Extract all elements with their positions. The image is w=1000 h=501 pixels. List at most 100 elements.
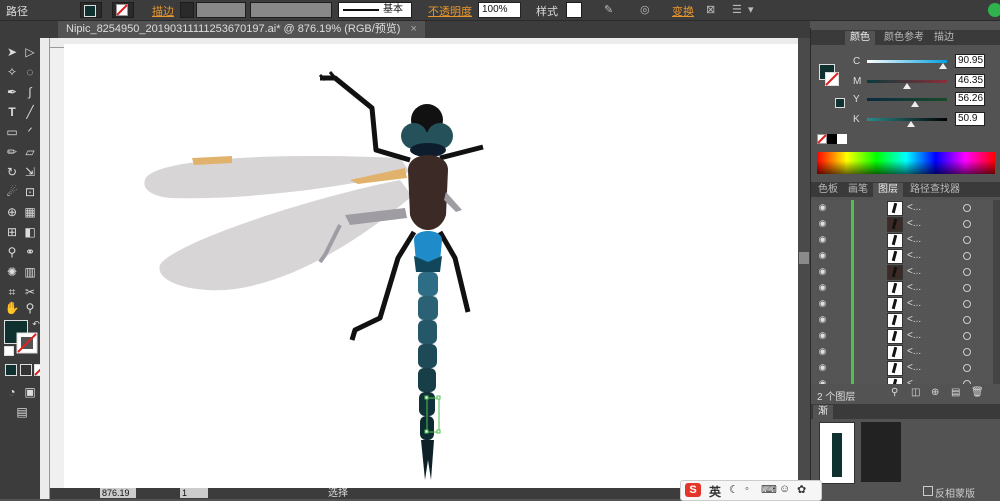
layer-row[interactable]: ◉ <... (811, 296, 993, 313)
tab-brushes[interactable]: 画笔 (843, 183, 873, 197)
target-icon[interactable] (963, 252, 971, 260)
slider-track-y[interactable] (867, 98, 947, 101)
warp-tool-icon[interactable]: ☄ (4, 184, 20, 200)
target-icon[interactable] (963, 204, 971, 212)
slider-knob-c[interactable] (939, 63, 947, 69)
selection-tool-icon[interactable]: ➤ (4, 44, 20, 60)
direct-selection-tool-icon[interactable]: ▷ (22, 44, 38, 60)
settings-icon[interactable]: ✿ (797, 483, 806, 496)
pencil-icon[interactable]: ✏ (4, 144, 20, 160)
moon-icon[interactable]: ☾ (729, 483, 739, 496)
curvature-tool-icon[interactable]: ∫ (22, 84, 38, 100)
user-icon[interactable]: ☺ (779, 483, 790, 495)
graph-tool-icon[interactable]: ▥ (22, 264, 38, 280)
target-icon[interactable] (963, 268, 971, 276)
slider-value-k[interactable]: 50.9 (955, 112, 985, 126)
tab-swatches[interactable]: 色板 (813, 183, 843, 197)
eye-icon[interactable]: ◉ (817, 203, 828, 212)
layer-row[interactable]: ◉ <... (811, 376, 993, 384)
delete-layer-icon[interactable]: 🗑 (971, 387, 984, 398)
variable-width-field[interactable] (250, 2, 332, 18)
hand-tool-icon[interactable]: ✋ (4, 300, 20, 316)
isolate-icon[interactable]: ⊠ (706, 3, 715, 16)
screen-mode-icon[interactable]: ▣ (22, 384, 38, 400)
vertical-scroll-thumb[interactable] (799, 252, 809, 264)
tab-color-guide[interactable]: 颜色参考 (879, 31, 929, 45)
layer-row[interactable]: ◉ <... (811, 216, 993, 233)
slider-track-c[interactable] (867, 60, 947, 63)
eye-icon[interactable]: ◉ (817, 219, 828, 228)
stroke-label[interactable]: 描边 (152, 3, 174, 19)
transform-label[interactable]: 变换 (672, 3, 694, 19)
slider-knob-m[interactable] (903, 83, 911, 89)
fill-swatch-dropdown[interactable] (80, 2, 102, 18)
scale-tool-icon[interactable]: ⇲ (22, 164, 38, 180)
tab-gradient[interactable]: 渐 (813, 405, 833, 419)
out-of-gamut-icon[interactable] (835, 98, 845, 108)
eye-icon[interactable]: ◉ (817, 379, 828, 385)
blend-tool-icon[interactable]: ⚭ (22, 244, 38, 260)
target-icon[interactable] (963, 236, 971, 244)
tab-stroke[interactable]: 描边 (929, 31, 959, 45)
layer-row[interactable]: ◉ <... (811, 328, 993, 345)
target-icon[interactable] (963, 300, 971, 308)
target-icon[interactable] (963, 332, 971, 340)
opacity-field[interactable]: 100% (478, 2, 521, 18)
slice-tool-icon[interactable]: ✂ (22, 284, 38, 300)
slider-value-y[interactable]: 56.26 (955, 92, 985, 106)
pen-tool-icon[interactable]: ✒ (4, 84, 20, 100)
target-icon[interactable] (963, 220, 971, 228)
document-tab[interactable]: Nipic_8254950_20190311111253670197.ai* @… (58, 21, 425, 38)
paintbrush-icon[interactable]: ᐟ (22, 124, 38, 140)
zoom-field[interactable]: 876.19 (100, 488, 136, 498)
target-icon[interactable] (963, 348, 971, 356)
color-mode-icon[interactable] (5, 364, 17, 376)
panel-stroke-swatch[interactable] (825, 72, 839, 86)
stroke-color-box[interactable] (16, 332, 38, 354)
rotate-tool-icon[interactable]: ↻ (4, 164, 20, 180)
transparency-thumbnail[interactable] (819, 422, 855, 484)
punctuation-icon[interactable]: ◦ (745, 483, 749, 495)
eye-icon[interactable]: ◉ (817, 299, 828, 308)
rectangle-tool-icon[interactable]: ▭ (4, 124, 20, 140)
eye-icon[interactable]: ◉ (817, 267, 828, 276)
stroke-swatch-dropdown[interactable] (112, 2, 134, 18)
layer-row[interactable]: ◉ <... (811, 344, 993, 361)
default-colors-icon[interactable] (4, 346, 14, 356)
stroke-weight-field[interactable] (196, 2, 246, 18)
layer-row[interactable]: ◉ <... (811, 360, 993, 377)
shape-builder-icon[interactable]: ⊕ (4, 204, 20, 220)
eyedropper-icon[interactable]: ⚲ (4, 244, 20, 260)
slider-value-c[interactable]: 90.95 (955, 54, 985, 68)
eraser-icon[interactable]: ▱ (22, 144, 38, 160)
close-icon[interactable]: × (410, 23, 416, 35)
target-icon[interactable] (963, 316, 971, 324)
locate-object-icon[interactable]: ⚲ (891, 387, 898, 398)
dragonfly-artwork[interactable] (64, 44, 798, 488)
layers-scrollbar[interactable] (993, 200, 1000, 384)
new-layer-icon[interactable]: ▤ (951, 387, 960, 398)
brush-dropdown[interactable]: 基本 (338, 2, 412, 18)
draw-mode-icon[interactable]: ◔ (4, 384, 20, 400)
eye-icon[interactable]: ◉ (817, 251, 828, 260)
slider-knob-y[interactable] (911, 101, 919, 107)
tab-layers[interactable]: 图层 (873, 183, 903, 197)
slider-value-m[interactable]: 46.35 (955, 74, 985, 88)
artboard-number-field[interactable]: 1 (180, 488, 208, 498)
artboard-tool-icon[interactable]: ⌗ (4, 284, 20, 300)
ime-language-label[interactable]: 英 (709, 483, 721, 500)
magic-wand-icon[interactable]: ✧ (4, 64, 20, 80)
create-sublayer-icon[interactable]: ⊕ (931, 387, 939, 398)
align-icon[interactable]: ◎ (640, 3, 650, 16)
slider-knob-k[interactable] (907, 121, 915, 127)
tab-pathfinder[interactable]: 路径查找器 (905, 183, 965, 197)
free-transform-icon[interactable]: ⊡ (22, 184, 38, 200)
eye-icon[interactable]: ◉ (817, 235, 828, 244)
type-tool-icon[interactable]: T (4, 104, 20, 120)
eye-icon[interactable]: ◉ (817, 331, 828, 340)
chevron-down-icon[interactable]: ▾ (748, 3, 754, 16)
layer-row[interactable]: ◉ <... (811, 200, 993, 217)
target-icon[interactable] (963, 380, 971, 384)
target-icon[interactable] (963, 284, 971, 292)
eye-icon[interactable]: ◉ (817, 363, 828, 372)
